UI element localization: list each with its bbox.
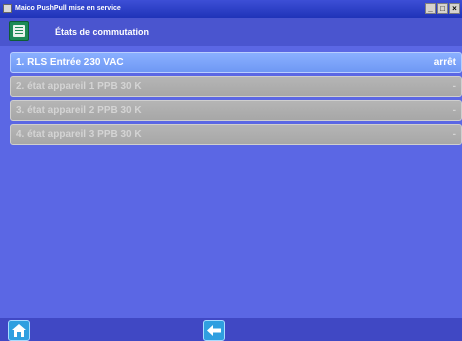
window-title: Maico PushPull mise en service	[15, 5, 121, 12]
list-item[interactable]: 3. état appareil 2 PPB 30 K -	[10, 100, 462, 121]
list-item-value: -	[452, 105, 456, 116]
list-item-value: arrêt	[433, 57, 456, 68]
app-window: Maico PushPull mise en service _ □ × Éta…	[0, 0, 462, 341]
list-panel-icon[interactable]	[9, 21, 29, 41]
list-item[interactable]: 1. RLS Entrée 230 VAC arrêt	[10, 52, 462, 73]
list-item[interactable]: 4. état appareil 3 PPB 30 K -	[10, 124, 462, 145]
list-item-label: 3. état appareil 2 PPB 30 K	[16, 105, 142, 116]
list-item-label: 2. état appareil 1 PPB 30 K	[16, 81, 142, 92]
footer-bar	[0, 318, 462, 341]
list-item-label: 1. RLS Entrée 230 VAC	[16, 57, 124, 68]
page-header: États de commutation	[0, 18, 462, 46]
window-titlebar: Maico PushPull mise en service _ □ ×	[0, 0, 462, 18]
home-icon	[12, 324, 26, 337]
maximize-button[interactable]: □	[437, 3, 448, 14]
page-title: États de commutation	[55, 27, 150, 37]
home-button[interactable]	[8, 320, 30, 341]
close-button[interactable]: ×	[449, 3, 460, 14]
window-controls: _ □ ×	[425, 3, 460, 14]
back-button[interactable]	[203, 320, 225, 341]
switching-states-list: 1. RLS Entrée 230 VAC arrêt 2. état appa…	[10, 52, 462, 148]
app-icon	[3, 4, 12, 13]
back-arrow-icon	[207, 325, 221, 336]
list-item-value: -	[452, 81, 456, 92]
list-item[interactable]: 2. état appareil 1 PPB 30 K -	[10, 76, 462, 97]
minimize-button[interactable]: _	[425, 3, 436, 14]
list-item-label: 4. état appareil 3 PPB 30 K	[16, 129, 142, 140]
list-item-value: -	[452, 129, 456, 140]
